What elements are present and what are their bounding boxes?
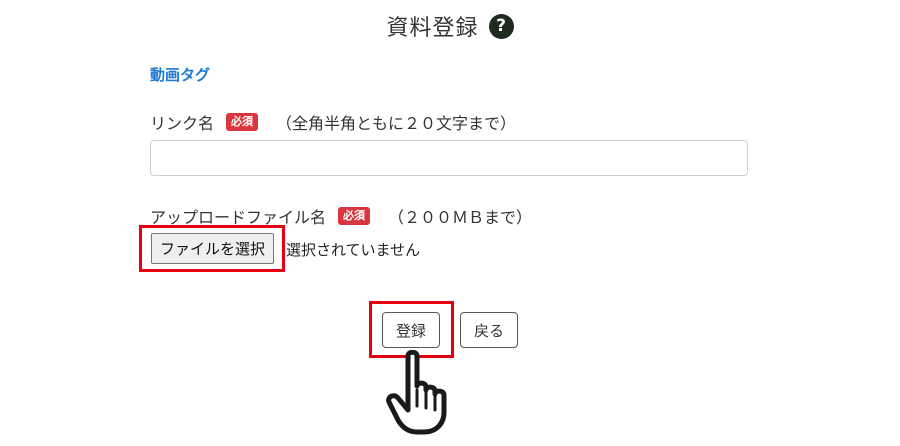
required-badge: 必須 [338,207,371,225]
required-badge: 必須 [226,113,259,131]
choose-file-button[interactable]: ファイルを選択 [151,233,275,264]
file-status-text: 選択されていません [286,241,421,259]
title-row: 資料登録 ? [0,10,900,42]
back-button[interactable]: 戻る [460,312,518,348]
upload-hint: （２００ＭＢまで） [388,208,533,227]
link-name-hint: （全角半角ともに２０文字まで） [276,114,517,133]
link-name-input[interactable] [150,140,748,176]
question-circle-icon[interactable]: ? [488,13,514,39]
submit-button[interactable]: 登録 [382,312,440,348]
link-name-label: リンク名 [150,114,215,133]
video-tag-link[interactable]: 動画タグ [150,64,210,85]
page-title: 資料登録 [386,16,479,41]
page: 資料登録 ? 動画タグ リンク名 必須 （全角半角ともに２０文字まで） アップロ… [0,0,900,446]
link-name-label-row: リンク名 必須 （全角半角ともに２０文字まで） [150,110,516,134]
hand-pointer-icon [386,350,447,435]
